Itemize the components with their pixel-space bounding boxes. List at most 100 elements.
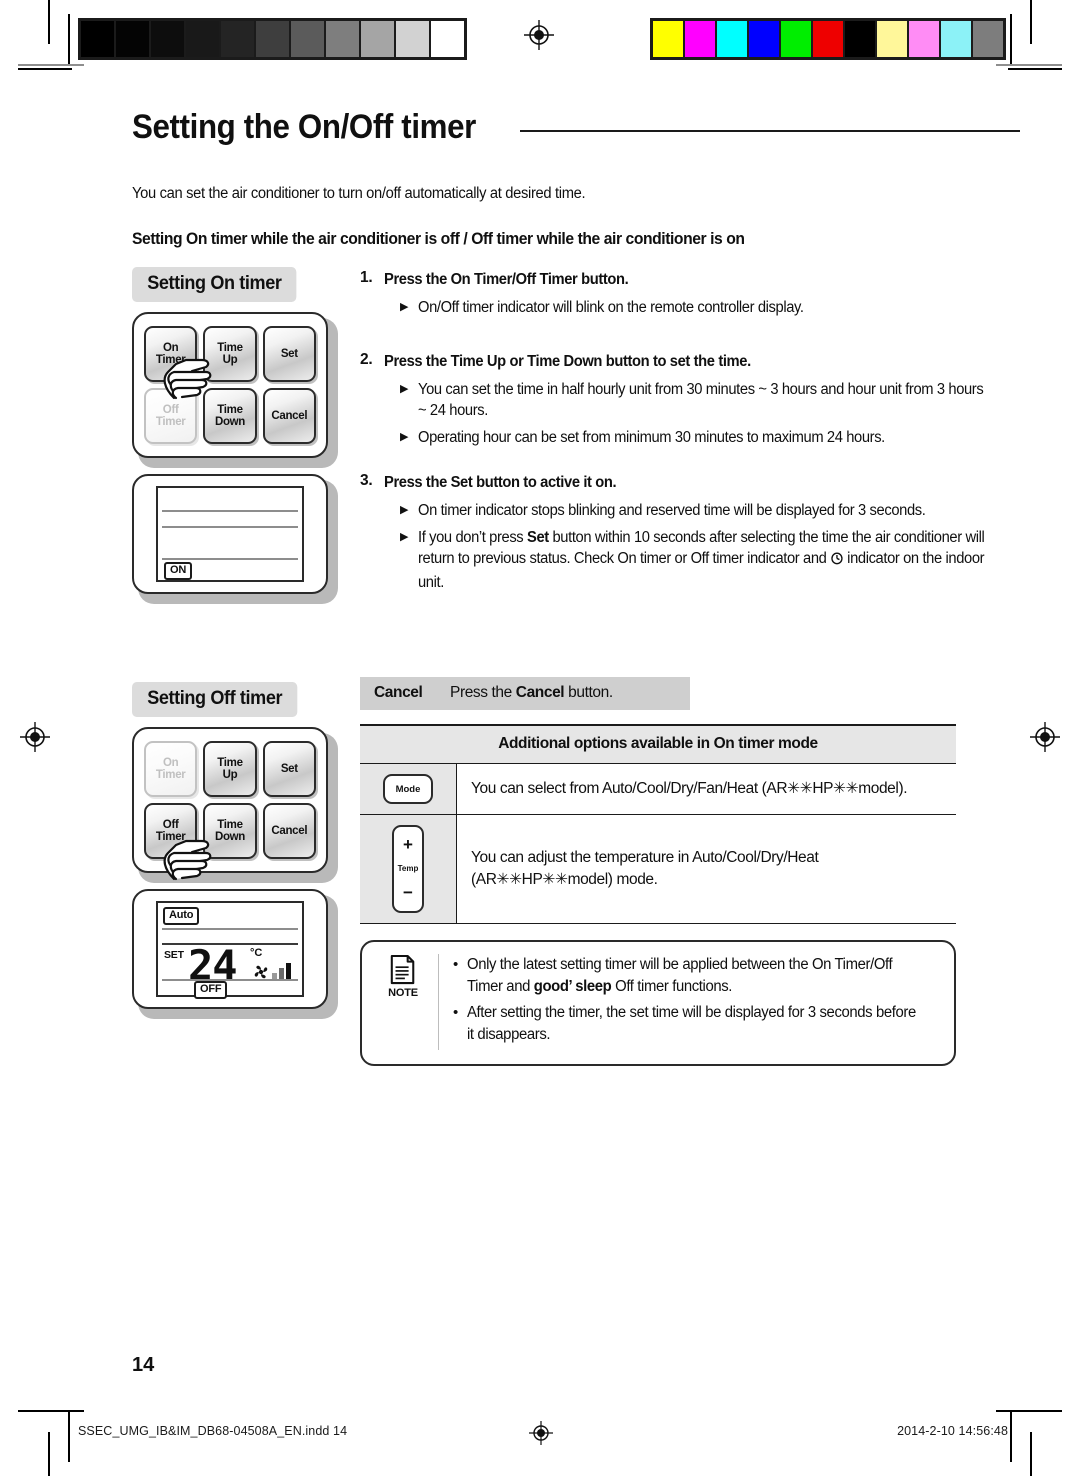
keypad-button-set[interactable]: Set	[262, 741, 316, 797]
calibration-swatch	[717, 21, 747, 57]
lcd-bezel: Auto SET 24 °C OFF	[132, 889, 328, 1009]
keypad-button-line2: Timer	[155, 354, 186, 366]
body-text: Off timer functions.	[611, 978, 733, 995]
off-timer-chip-label: Setting Off timer	[132, 682, 298, 717]
crop-mark-left-v	[68, 14, 70, 64]
two-column-region: Setting On timer On Timer Time Up Set Off Time…	[132, 267, 1020, 1077]
bullet-text: Operating hour can be set from minimum 3…	[418, 427, 990, 449]
off-timer-keypad-illustration: On Timer Time Up Set Off Timer Time Down Cancel	[132, 727, 338, 883]
bullet-item: ▶ If you don’t press Set button within 10…	[400, 527, 1020, 594]
keypad-button-line2: Timer	[155, 416, 186, 428]
temp-plus-label: +	[403, 835, 413, 855]
page-number: 14	[132, 1354, 155, 1376]
crop-mark-right-v	[1010, 14, 1012, 64]
keypad-button-line2: Up	[222, 769, 238, 781]
keypad-button-on-timer[interactable]: On Timer	[144, 741, 198, 797]
cancel-strip: Cancel Press the Cancel button.	[360, 677, 690, 710]
page-content: Setting the On/Off timer You can set the…	[132, 108, 1020, 1077]
on-indicator-badge: ON	[164, 562, 193, 580]
keypad-button-time-down[interactable]: Time Down	[203, 803, 257, 859]
keypad-button-line1: Time	[217, 757, 243, 769]
calibration-swatch	[186, 21, 219, 57]
calibration-swatch	[973, 21, 1003, 57]
footer-timestamp: 2014-2-10 14:56:48	[897, 1424, 1008, 1438]
title-row: Setting the On/Off timer	[132, 108, 1020, 146]
body-text: button to active it on.	[472, 474, 617, 491]
calibration-swatch	[813, 21, 843, 57]
calibration-swatch	[941, 21, 971, 57]
on-timer-chip-label: Setting On timer	[132, 267, 297, 302]
registration-mark-right	[1028, 720, 1062, 754]
temp-button-icon[interactable]: + Temp −	[392, 825, 424, 913]
body-text: Press the	[384, 474, 451, 491]
right-instruction-column: 1. Press the On Timer/Off Timer button. ▶ O…	[360, 267, 1020, 1066]
title-rule	[519, 130, 1020, 132]
auto-mode-badge: Auto	[163, 907, 200, 925]
keypad-button-cancel[interactable]: Cancel	[262, 803, 316, 859]
body-text: On timer indicator stops blinking and re…	[418, 502, 926, 519]
registration-mark-left	[18, 720, 52, 754]
keypad-button-line2: Timer	[155, 769, 186, 781]
bullet-item: ▶ On timer indicator stops blinking and r…	[400, 500, 1020, 522]
lcd-divider	[162, 558, 298, 560]
lcd-screen-off: Auto SET 24 °C OFF	[156, 901, 304, 999]
keypad-button-off-timer[interactable]: Off Timer	[144, 803, 198, 859]
body-text: button to set the time.	[602, 352, 751, 370]
keypad-button-line1: Time	[217, 342, 243, 354]
fan-bar	[286, 963, 291, 980]
temp-button-label: Temp	[397, 864, 419, 874]
keypad-button-line1: Set	[280, 348, 298, 360]
calibration-swatch	[781, 21, 811, 57]
body-text: button.	[577, 271, 629, 288]
temp-description: You can adjust the temperature in Auto/C…	[457, 815, 956, 923]
keypad-button-on-timer[interactable]: On Timer	[144, 326, 198, 382]
calibration-swatch	[221, 21, 254, 57]
calibration-swatch	[116, 21, 149, 57]
calibration-swatch	[877, 21, 907, 57]
color-calibration-bar	[650, 18, 1006, 60]
calibration-swatch	[749, 21, 779, 57]
mode-button-cell: Mode	[360, 764, 457, 814]
keypad-button-set[interactable]: Set	[262, 326, 316, 382]
keypad-button-line1: Off	[162, 404, 179, 416]
body-text: Press the	[384, 271, 451, 288]
body-text: If you don’t press	[418, 528, 528, 546]
keypad-button-time-down[interactable]: Time Down	[203, 388, 257, 444]
step-3: 3. Press the Set button to active it on.	[360, 472, 1020, 493]
additional-options-table: Additional options available in On timer…	[360, 724, 956, 924]
set-label: SET	[164, 949, 184, 961]
keypad-button-line2: Down	[214, 831, 246, 843]
options-table-row: + Temp − You can adjust the temperature …	[360, 815, 956, 924]
keypad-button-line1: On	[162, 757, 179, 769]
body-text: On/Off timer indicator will blink on the…	[418, 299, 804, 316]
calibration-swatch	[361, 21, 394, 57]
crop-mark-tr-h	[996, 64, 1062, 66]
keypad-button-line1: Off	[162, 819, 179, 831]
clock-icon	[830, 550, 843, 572]
step-heading: Press the Set button to active it on.	[384, 472, 988, 493]
step-heading: Press the Time Up or Time Down button to…	[384, 351, 988, 372]
fan-speed-bars	[272, 963, 291, 980]
step-2: 2. Press the Time Up or Time Down button …	[360, 351, 1020, 372]
step-heading: Press the On Timer/Off Timer button.	[384, 269, 988, 290]
dot-bullet-icon: •	[453, 1004, 459, 1021]
bullet-text: On/Off timer indicator will blink on the…	[418, 297, 990, 319]
emphasis-text: Set	[527, 528, 549, 546]
keypad-button-line1: Time	[217, 819, 243, 831]
note-bullet-text: After setting the timer, the set time wi…	[467, 1002, 921, 1046]
keypad-button-off-timer[interactable]: Off Timer	[144, 388, 198, 444]
emphasis-text: On Timer/Off Timer	[450, 271, 578, 288]
off-timer-lcd-illustration: Auto SET 24 °C OFF	[132, 889, 338, 1019]
triangle-bullet-icon: ▶	[400, 504, 409, 516]
mode-button-icon[interactable]: Mode	[383, 774, 433, 804]
body-text: Press the	[384, 352, 451, 370]
mode-button-label: Mode	[395, 783, 421, 795]
body-text: Press the	[450, 684, 516, 701]
keypad-button-cancel[interactable]: Cancel	[262, 388, 316, 444]
off-indicator-badge: OFF	[194, 981, 228, 999]
keypad-button-time-up[interactable]: Time Up	[203, 326, 257, 382]
keypad-button-line1: Cancel	[271, 410, 308, 422]
keypad-button-time-up[interactable]: Time Up	[203, 741, 257, 797]
